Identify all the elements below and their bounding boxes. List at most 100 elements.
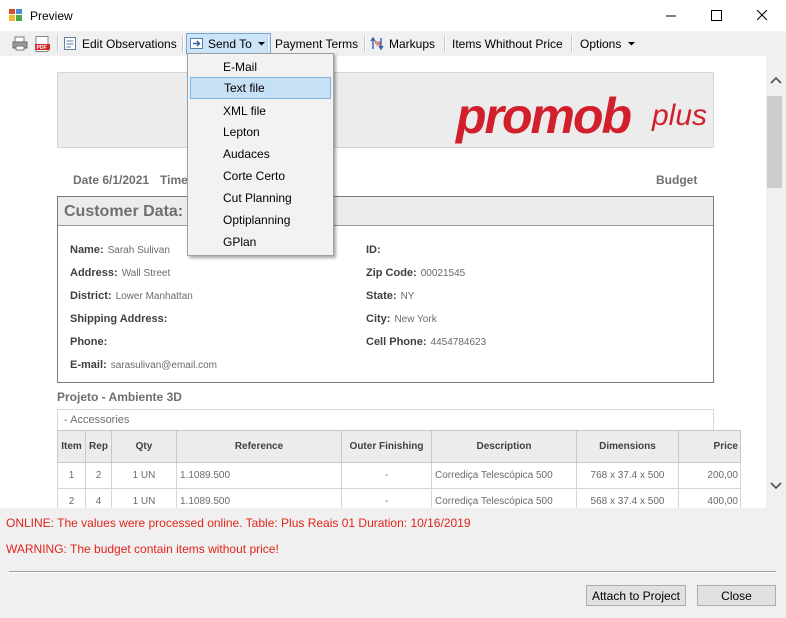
- toolbar-separator: [182, 35, 184, 52]
- cell-rep: 2: [85, 462, 112, 489]
- options-dropdown[interactable]: Options: [580, 34, 636, 53]
- customer-data-title: Customer Data:: [64, 203, 184, 220]
- maximize-icon: [710, 10, 722, 21]
- scrollbar-thumb[interactable]: [767, 96, 782, 188]
- cell-reference: 1.1089.500: [176, 462, 342, 489]
- customer-id: ID:: [366, 244, 381, 256]
- menu-item-xml-file[interactable]: XML file: [190, 100, 331, 122]
- accessories-label: - Accessories: [64, 414, 130, 426]
- cell-rep: 4: [85, 488, 112, 508]
- customer-city: City: New York: [366, 313, 437, 325]
- customer-shipping-address: Shipping Address:: [70, 313, 168, 325]
- document-time-label: Time: [160, 173, 188, 187]
- column-header-outer-finishing: Outer Finishing: [341, 430, 432, 463]
- close-button[interactable]: Close: [697, 585, 776, 606]
- printer-icon: [12, 36, 28, 51]
- app-icon: [9, 9, 22, 21]
- print-button[interactable]: [12, 34, 28, 53]
- menu-item-text-file[interactable]: Text file: [190, 77, 331, 99]
- cell-outer-finishing: -: [341, 462, 432, 489]
- pdf-button[interactable]: PDF: [35, 34, 50, 53]
- document-header: promob plus: [57, 72, 714, 148]
- column-header-price: Price: [678, 430, 741, 463]
- cell-description: Corrediça Telescópica 500: [431, 462, 577, 489]
- cell-description: Corrediça Telescópica 500: [431, 488, 577, 508]
- column-header-qty: Qty: [111, 430, 177, 463]
- column-header-rep: Rep: [85, 430, 112, 463]
- footer-separator: [9, 571, 776, 573]
- menu-item-optiplanning[interactable]: Optiplanning: [190, 209, 331, 231]
- table-header-row: Item Rep Qty Reference Outer Finishing D…: [57, 430, 741, 463]
- column-header-dimensions: Dimensions: [576, 430, 679, 463]
- toolbar-separator: [444, 35, 446, 52]
- cell-qty: 1 UN: [111, 488, 177, 508]
- customer-district: District: Lower Manhattan: [70, 290, 193, 302]
- cell-qty: 1 UN: [111, 462, 177, 489]
- cell-outer-finishing: -: [341, 488, 432, 508]
- items-without-price-label: Items Whithout Price: [452, 36, 563, 51]
- minimize-icon: [665, 15, 676, 17]
- budget-label: Budget: [656, 173, 698, 187]
- edit-observations-label: Edit Observations: [82, 36, 177, 51]
- toolbar-separator: [57, 35, 59, 52]
- maximize-button[interactable]: [693, 0, 739, 31]
- customer-data-header: Customer Data:: [58, 197, 713, 226]
- markups-label: Markups: [389, 36, 436, 51]
- column-header-item: Item: [57, 430, 86, 463]
- menu-item-email[interactable]: E-Mail: [190, 56, 331, 78]
- cell-dimensions: 768 x 37.4 x 500: [576, 462, 679, 489]
- markups-button[interactable]: % Markups: [370, 34, 435, 53]
- toolbar-separator: [364, 35, 366, 52]
- scroll-up-icon[interactable]: [770, 76, 782, 84]
- edit-observations-button[interactable]: Edit Observations: [63, 34, 177, 53]
- online-status-message: ONLINE: The values were processed online…: [6, 516, 471, 530]
- window-title: Preview: [30, 9, 73, 23]
- close-window-button[interactable]: [739, 0, 785, 31]
- options-label: Options: [580, 36, 622, 51]
- table-row: 2 4 1 UN 1.1089.500 - Corrediça Telescóp…: [57, 488, 741, 508]
- toolbar-separator: [267, 35, 269, 52]
- menu-item-lepton[interactable]: Lepton: [190, 121, 331, 143]
- table-row: 1 2 1 UN 1.1089.500 - Corrediça Telescóp…: [57, 462, 741, 489]
- toolbar-separator: [571, 35, 573, 52]
- send-to-menu: E-Mail Text file XML file Lepton Audaces…: [187, 53, 334, 256]
- document-viewer[interactable]: promob plus Date 6/1/2021 Time Budget Cu…: [0, 56, 766, 508]
- payment-terms-button[interactable]: Payment Terms: [275, 34, 358, 53]
- promob-logo-plus: plus: [652, 99, 708, 132]
- customer-zip: Zip Code: 00021545: [366, 267, 466, 279]
- title-bar: Preview: [0, 0, 786, 31]
- menu-item-audaces[interactable]: Audaces: [190, 143, 331, 165]
- menu-item-corte-certo[interactable]: Corte Certo: [190, 165, 331, 187]
- send-to-icon: [190, 38, 203, 49]
- accessories-group: - Accessories: [57, 409, 714, 431]
- menu-item-cut-planning[interactable]: Cut Planning: [190, 187, 331, 209]
- customer-name: Name: Sarah Sulivan: [70, 244, 170, 256]
- warning-status-message: WARNING: The budget contain items withou…: [6, 542, 279, 556]
- scroll-down-icon[interactable]: [770, 482, 782, 490]
- edit-document-icon: [64, 37, 76, 50]
- cell-item: 1: [57, 462, 86, 489]
- customer-address: Address: Wall Street: [70, 267, 171, 279]
- send-to-label: Send To: [208, 36, 252, 51]
- items-table: Item Rep Qty Reference Outer Finishing D…: [57, 430, 741, 508]
- menu-item-gplan[interactable]: GPlan: [190, 231, 331, 253]
- promob-logo: promob: [456, 88, 632, 144]
- cell-price: 400,00: [678, 488, 741, 508]
- customer-phone: Phone:: [70, 336, 108, 348]
- customer-cell-phone: Cell Phone: 4454784623: [366, 336, 487, 348]
- document-date: Date 6/1/2021: [73, 173, 150, 187]
- cell-reference: 1.1089.500: [176, 488, 342, 508]
- send-to-dropdown[interactable]: Send To: [186, 33, 271, 54]
- cell-item: 2: [57, 488, 86, 508]
- payment-terms-label: Payment Terms: [275, 36, 359, 51]
- svg-text:%: %: [375, 41, 382, 48]
- items-without-price-button[interactable]: Items Whithout Price: [452, 34, 563, 53]
- project-title: Projeto - Ambiente 3D: [57, 390, 182, 404]
- cell-price: 200,00: [678, 462, 741, 489]
- svg-text:PDF: PDF: [37, 45, 47, 51]
- attach-to-project-button[interactable]: Attach to Project: [586, 585, 686, 606]
- minimize-button[interactable]: [648, 0, 694, 31]
- customer-state: State: NY: [366, 290, 415, 302]
- column-header-description: Description: [431, 430, 577, 463]
- cell-dimensions: 568 x 37.4 x 500: [576, 488, 679, 508]
